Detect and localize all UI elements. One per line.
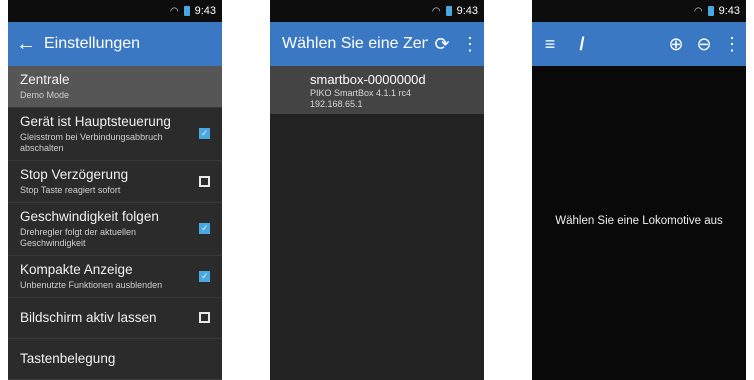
- setting-title: Tastenbelegung: [20, 351, 116, 366]
- overflow-menu-icon[interactable]: ⋮: [456, 22, 484, 66]
- wifi-icon: ◠: [693, 5, 703, 17]
- settings-row[interactable]: Kompakte Anzeige Unbenutzte Funktionen au…: [8, 256, 222, 298]
- battery-icon: [707, 6, 714, 16]
- app-bar: ≡ / ⊕ ⊖ ⋮: [532, 22, 746, 66]
- setting-title: Geschwindigkeit folgen: [20, 209, 159, 224]
- setting-subtitle: Drehregler folgt der aktuellen Geschwind…: [20, 227, 137, 248]
- screen-title: Einstellungen: [44, 35, 141, 52]
- settings-list: Zentrale Demo Mode Gerät ist Hauptsteuerun…: [8, 66, 222, 380]
- setting-title: Kompakte Anzeige: [20, 262, 133, 277]
- refresh-icon[interactable]: ⟳: [428, 22, 456, 66]
- controller-icon[interactable]: /: [568, 22, 596, 66]
- settings-row[interactable]: Stop Verzögerung Stop Taste reagiert sofo…: [8, 161, 222, 203]
- settings-row[interactable]: Zentrale Demo Mode: [8, 66, 222, 108]
- overflow-menu-icon[interactable]: ⋮: [718, 22, 746, 66]
- setting-checkbox[interactable]: [199, 312, 210, 323]
- device-name: smartbox-0000000d: [310, 72, 426, 87]
- setting-checkbox[interactable]: [199, 128, 210, 139]
- screen-title: Wählen Sie eine Zentr…: [282, 35, 428, 52]
- wifi-icon: ◠: [431, 5, 441, 17]
- status-time: 9:43: [456, 5, 478, 17]
- app-bar: ← Einstellungen: [8, 22, 222, 66]
- status-time: 9:43: [718, 5, 740, 17]
- setting-subtitle: Demo Mode: [20, 90, 70, 100]
- setting-subtitle: Stop Taste reagiert sofort: [20, 185, 121, 195]
- wifi-icon: ◠: [169, 5, 179, 17]
- status-time: 9:43: [194, 5, 216, 17]
- device-list-item[interactable]: smartbox-0000000d PIKO SmartBox 4.1.1 rc…: [270, 66, 484, 114]
- setting-subtitle: Gleisstrom bei Verbindungsabbruch abscha…: [20, 132, 163, 153]
- remove-circle-icon[interactable]: ⊖: [690, 22, 718, 66]
- empty-state-message: Wählen Sie eine Lokomotive aus: [555, 215, 723, 227]
- hamburger-menu-icon[interactable]: ≡: [536, 22, 564, 66]
- battery-icon: [445, 6, 452, 16]
- central-selection-screen: ◠ 9:43 Wählen Sie eine Zentr… ⟳ ⋮ smartb…: [270, 0, 484, 380]
- status-bar: ◠ 9:43: [532, 0, 746, 22]
- status-bar: ◠ 9:43: [270, 0, 484, 22]
- setting-checkbox[interactable]: [199, 223, 210, 234]
- setting-checkbox[interactable]: [199, 270, 210, 282]
- setting-title: Gerät ist Hauptsteuerung: [20, 114, 171, 129]
- setting-subtitle: Unbenutzte Funktionen ausblenden: [20, 280, 163, 290]
- settings-screen: ◠ 9:43 ← Einstellungen Zentrale Demo Mode…: [8, 0, 222, 380]
- status-bar: ◠ 9:43: [8, 0, 222, 22]
- battery-icon: [183, 6, 190, 16]
- device-version: PIKO SmartBox 4.1.1 rc4: [310, 88, 412, 98]
- app-bar: Wählen Sie eine Zentr… ⟳ ⋮: [270, 22, 484, 66]
- back-arrow-icon[interactable]: ←: [16, 33, 36, 56]
- setting-checkbox[interactable]: [199, 175, 210, 187]
- add-circle-icon[interactable]: ⊕: [662, 22, 690, 66]
- settings-row[interactable]: Gerät ist Hauptsteuerung Gleisstrom bei V…: [8, 108, 222, 161]
- settings-row[interactable]: Geschwindigkeit folgen Drehregler folgt d…: [8, 203, 222, 256]
- settings-row[interactable]: Bildschirm aktiv lassen: [8, 298, 222, 339]
- device-ip: 192.168.65.1: [310, 99, 363, 109]
- setting-title: Zentrale: [20, 72, 70, 87]
- locomotive-screen: ◠ 9:43 ≡ / ⊕ ⊖ ⋮ Wählen Sie eine Lokomot…: [532, 0, 746, 380]
- setting-title: Bildschirm aktiv lassen: [20, 310, 157, 325]
- settings-row[interactable]: Tastenbelegung: [8, 339, 222, 380]
- setting-title: Stop Verzögerung: [20, 167, 129, 182]
